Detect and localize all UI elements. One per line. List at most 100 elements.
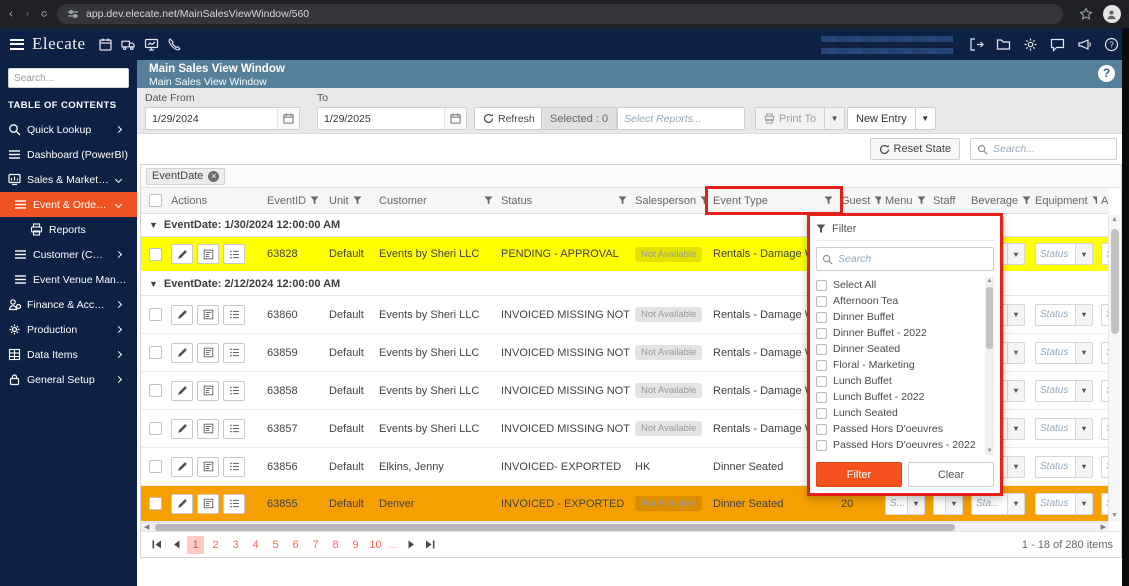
filter-search-input[interactable] xyxy=(838,253,988,265)
edit-button[interactable] xyxy=(171,342,193,363)
filter-scrollbar-thumb[interactable] xyxy=(986,287,993,349)
view-details-button[interactable] xyxy=(197,456,219,477)
column-header-status[interactable]: Status xyxy=(497,188,631,213)
row-checkbox[interactable] xyxy=(149,308,162,321)
filter-option[interactable]: Passed Hors D'oeuvres - 2022 xyxy=(816,437,982,453)
last-page-button[interactable] xyxy=(422,537,438,553)
calendar-picker-icon[interactable] xyxy=(277,108,299,129)
select-all-checkbox[interactable] xyxy=(149,194,162,207)
filter-option[interactable]: Floral - Marketing xyxy=(816,357,982,373)
bookmark-star-icon[interactable] xyxy=(1079,7,1093,21)
filter-option[interactable]: Dinner Seated xyxy=(816,341,982,357)
list-menu-button[interactable] xyxy=(223,418,245,439)
view-details-button[interactable] xyxy=(197,380,219,401)
page-number[interactable]: 7 xyxy=(307,536,324,554)
filter-option[interactable]: Passed Hors D'oeuvres xyxy=(816,421,982,437)
scroll-down-icon[interactable]: ▼ xyxy=(1109,511,1120,521)
phone-icon[interactable] xyxy=(167,37,182,52)
list-menu-button[interactable] xyxy=(223,244,245,264)
horizontal-scrollbar[interactable]: ◀ ▶ xyxy=(141,522,1109,531)
row-checkbox[interactable] xyxy=(149,247,162,261)
view-details-button[interactable] xyxy=(197,342,219,363)
equipment-status-dropdown[interactable]: Status ▼ xyxy=(1035,417,1093,440)
new-entry-caret[interactable]: ▼ xyxy=(915,107,936,130)
first-page-button[interactable] xyxy=(149,537,165,553)
row-checkbox[interactable] xyxy=(149,422,162,435)
checkbox[interactable] xyxy=(816,439,827,451)
prev-page-button[interactable] xyxy=(168,537,184,553)
column-header-staff[interactable]: Staff xyxy=(929,188,967,213)
reset-state-button[interactable]: Reset State xyxy=(869,138,960,160)
sidebar-item-finance-accounting[interactable]: Finance & Accounting xyxy=(0,292,137,317)
sidebar-item-production[interactable]: Production xyxy=(0,317,137,342)
page-number[interactable]: 9 xyxy=(347,536,364,554)
column-header-event-type[interactable]: Event Type xyxy=(709,188,837,213)
column-header-menu[interactable]: Menu xyxy=(881,188,929,213)
new-entry-button[interactable]: New Entry xyxy=(847,107,916,130)
equipment-status-dropdown[interactable]: Status ▼ xyxy=(1035,243,1093,265)
list-menu-button[interactable] xyxy=(223,456,245,477)
vertical-scrollbar[interactable]: ▲ ▼ xyxy=(1108,215,1120,521)
column-header-customer[interactable]: Customer xyxy=(375,188,497,213)
checkbox[interactable] xyxy=(816,327,827,339)
chat-icon[interactable] xyxy=(1050,37,1065,52)
remove-group-icon[interactable]: × xyxy=(208,170,220,182)
filter-list-scrollbar[interactable]: ▲ ▼ xyxy=(985,277,994,455)
edit-button[interactable] xyxy=(171,304,193,325)
window-help-icon[interactable]: ? xyxy=(1098,65,1115,82)
page-number[interactable]: 5 xyxy=(267,536,284,554)
reload-icon[interactable] xyxy=(41,7,47,21)
filter-icon[interactable] xyxy=(874,196,881,205)
address-bar[interactable]: app.dev.elecate.net/MainSalesViewWindow/… xyxy=(56,4,1063,24)
page-number[interactable]: 3 xyxy=(227,536,244,554)
sidebar-item-data-items[interactable]: Data Items xyxy=(0,342,137,367)
column-header-eventid[interactable]: EventID xyxy=(263,188,325,213)
edit-button[interactable] xyxy=(171,380,193,401)
page-number[interactable]: 2 xyxy=(207,536,224,554)
view-details-button[interactable] xyxy=(197,304,219,325)
equipment-status-dropdown[interactable]: Status ▼ xyxy=(1035,341,1093,364)
calendar-picker-icon[interactable] xyxy=(444,108,466,129)
sidebar-item-quick-lookup[interactable]: Quick Lookup xyxy=(0,117,137,142)
calendar-icon[interactable] xyxy=(98,37,113,52)
filter-icon[interactable] xyxy=(353,196,362,205)
row-checkbox[interactable] xyxy=(149,460,162,473)
date-from-input[interactable] xyxy=(146,112,277,125)
scroll-up-icon[interactable]: ▲ xyxy=(985,277,994,285)
select-reports-input[interactable] xyxy=(618,112,744,125)
refresh-button[interactable]: Refresh xyxy=(474,107,544,130)
edit-button[interactable] xyxy=(171,456,193,477)
checkbox[interactable] xyxy=(816,391,827,403)
help-icon[interactable]: ? xyxy=(1104,37,1119,52)
list-menu-button[interactable] xyxy=(223,304,245,325)
sidebar-item-general-setup[interactable]: General Setup xyxy=(0,367,137,392)
filter-option[interactable]: Lunch Seated xyxy=(816,405,982,421)
filter-icon[interactable] xyxy=(310,196,319,205)
view-details-button[interactable] xyxy=(197,493,219,514)
row-checkbox[interactable] xyxy=(149,384,162,397)
checkbox[interactable] xyxy=(816,311,827,323)
hamburger-menu-icon[interactable] xyxy=(10,38,24,50)
vertical-scrollbar-thumb[interactable] xyxy=(1111,229,1119,334)
gear-icon[interactable] xyxy=(1023,37,1038,52)
checkbox[interactable] xyxy=(816,359,827,371)
monitor-icon[interactable] xyxy=(144,37,159,52)
back-icon[interactable] xyxy=(8,7,14,21)
edit-button[interactable] xyxy=(171,244,193,264)
scroll-left-icon[interactable]: ◀ xyxy=(144,523,149,532)
checkbox[interactable] xyxy=(816,343,827,355)
checkbox[interactable] xyxy=(816,295,827,307)
filter-icon[interactable] xyxy=(1022,196,1031,205)
column-header-beverage[interactable]: Beverage xyxy=(967,188,1031,213)
filter-option[interactable]: Dinner Buffet xyxy=(816,309,982,325)
equipment-status-dropdown[interactable]: Status ▼ xyxy=(1035,303,1093,326)
page-number[interactable]: 1 xyxy=(187,535,204,554)
list-menu-button[interactable] xyxy=(223,493,245,514)
equipment-status-dropdown[interactable]: Status ▼ xyxy=(1035,492,1093,515)
filter-option[interactable]: Lunch Buffet - 2022 xyxy=(816,389,982,405)
checkbox[interactable] xyxy=(816,407,827,419)
filter-icon[interactable] xyxy=(618,196,627,205)
row-checkbox[interactable] xyxy=(149,497,162,510)
filter-apply-button[interactable]: Filter xyxy=(816,462,902,487)
sidebar-item-reports[interactable]: Reports xyxy=(0,217,137,242)
